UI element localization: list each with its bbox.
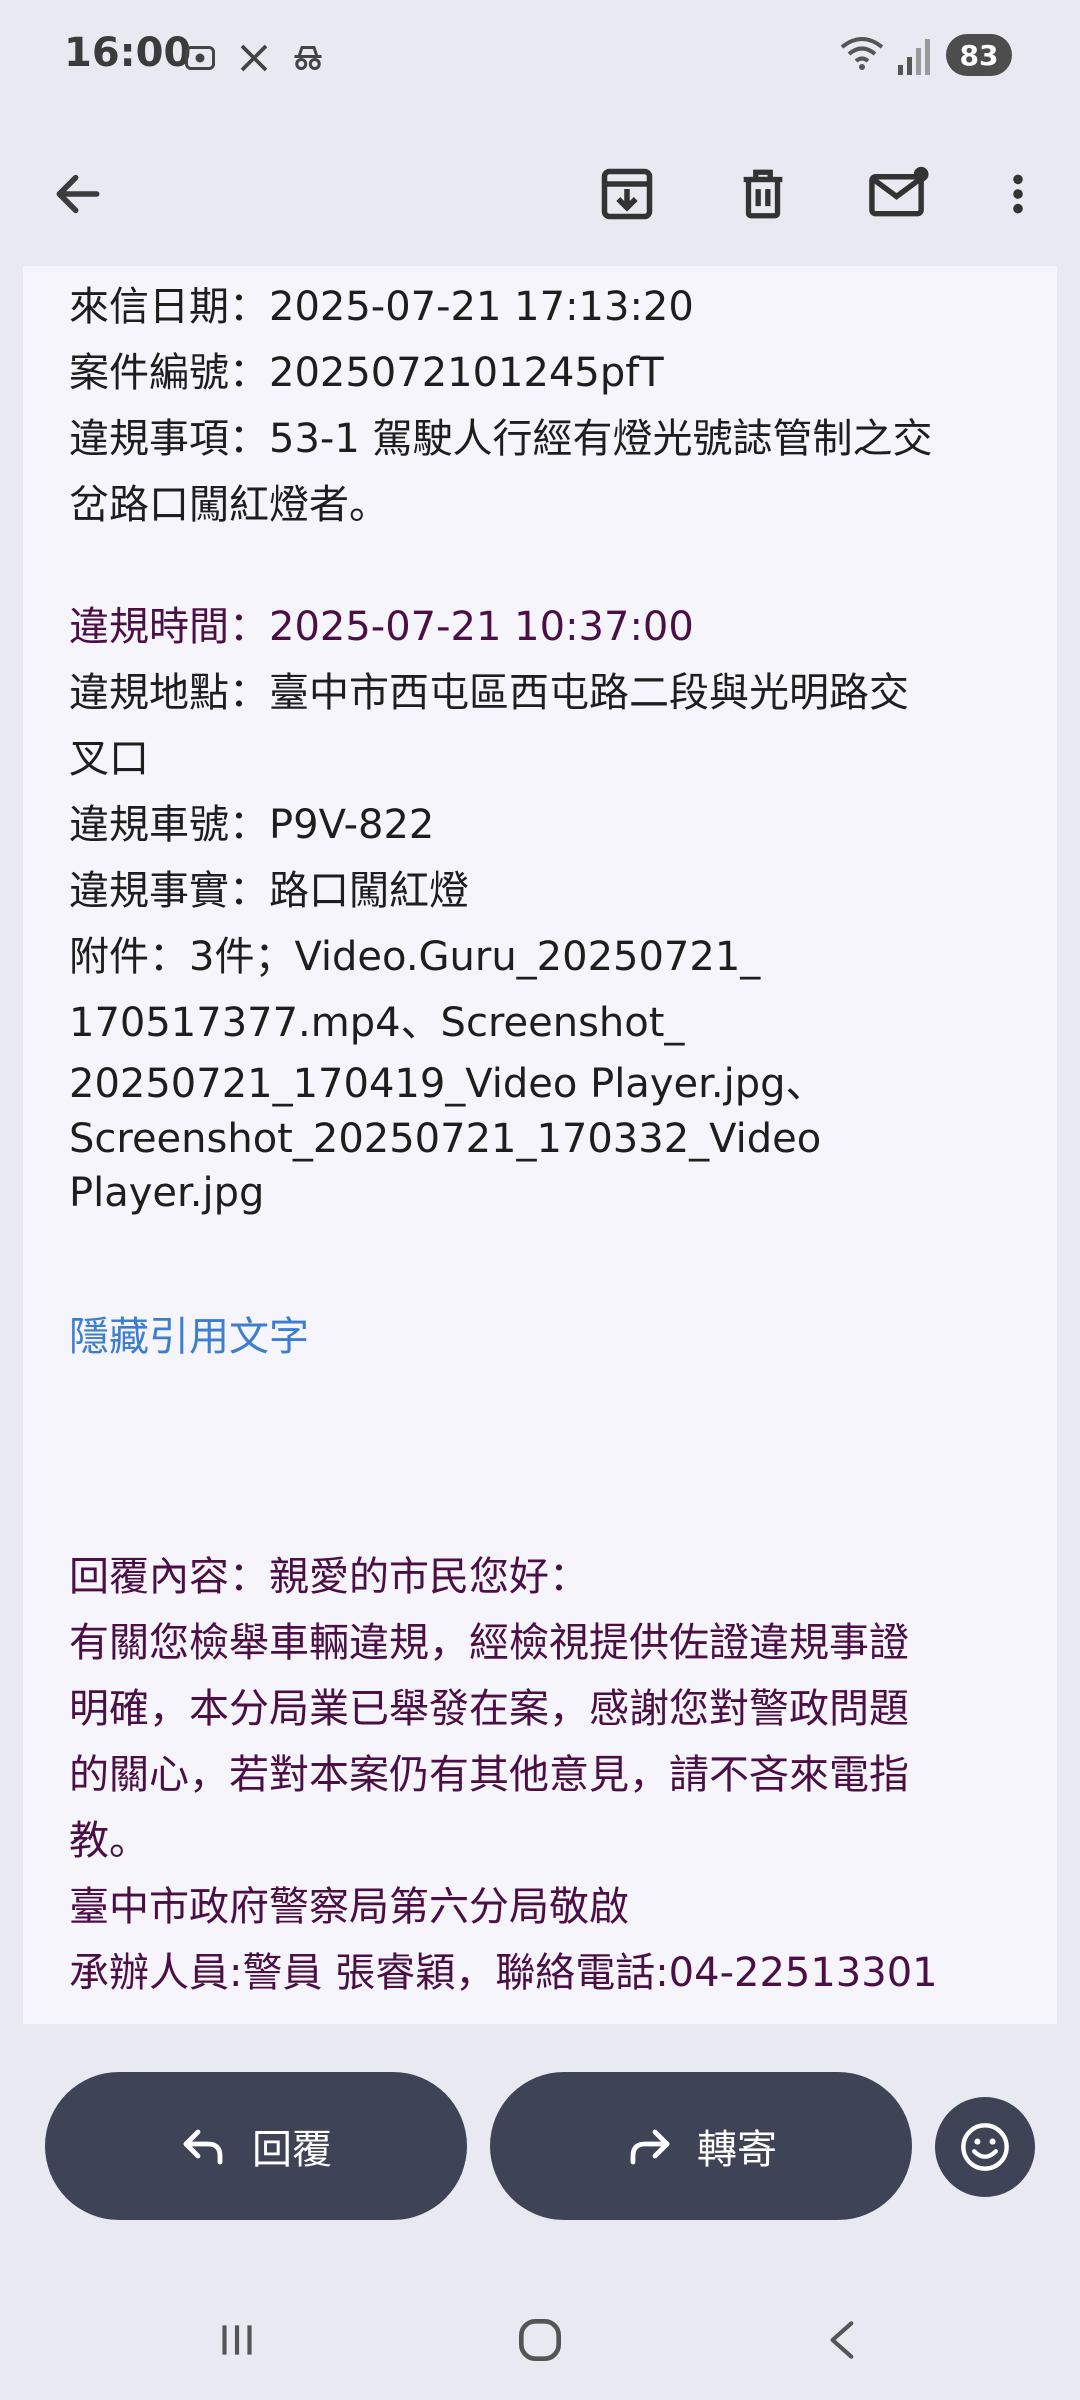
email-line: 案件編號：2025072101245pfT bbox=[69, 350, 664, 396]
home-button[interactable] bbox=[500, 2300, 580, 2380]
email-line: 違規事項：53-1 駕駛人行經有燈光號誌管制之交 bbox=[69, 416, 933, 462]
detail-line: 違規事實：路口闖紅燈 bbox=[69, 868, 469, 914]
forward-label: 轉寄 bbox=[697, 2127, 777, 2173]
forward-button[interactable]: 轉寄 bbox=[490, 2072, 912, 2220]
detail-line: 170517377.mp4、Screenshot_ bbox=[69, 1000, 685, 1046]
archive-button[interactable] bbox=[583, 150, 671, 238]
detail-line: Screenshot_20250721_170332_Video bbox=[69, 1116, 822, 1162]
arrow-back-icon bbox=[56, 174, 100, 214]
email-body: 來信日期：2025-07-21 17:13:20 案件編號：2025072101… bbox=[23, 266, 1057, 2024]
nav-back-icon bbox=[830, 2321, 854, 2359]
email-header-lines: 來信日期：2025-07-21 17:13:20 案件編號：2025072101… bbox=[69, 274, 1039, 538]
mail-unread-icon bbox=[869, 166, 929, 217]
detail-line: 違規地點：臺中市西屯區西屯路二段與光明路交 bbox=[69, 670, 909, 716]
reply-line: 臺中市政府警察局第六分局敬啟 bbox=[69, 1884, 629, 1930]
top-app-bar bbox=[0, 120, 1080, 266]
status-time: 16:00 bbox=[64, 30, 192, 76]
reply-icon bbox=[183, 2129, 223, 2165]
reply-button[interactable]: 回覆 bbox=[45, 2072, 467, 2220]
email-screen: 16:00 83 來信日期：2025-07-21 17:13:20 案件編號：2… bbox=[0, 0, 1080, 2400]
emoji-reaction-button[interactable] bbox=[935, 2097, 1035, 2197]
x-logo-icon bbox=[240, 44, 268, 72]
delete-button[interactable] bbox=[719, 150, 807, 238]
forward-icon bbox=[630, 2129, 670, 2165]
reply-label: 回覆 bbox=[252, 2127, 332, 2173]
screenshot-icon bbox=[185, 46, 215, 70]
incognito-icon bbox=[294, 46, 322, 70]
battery-indicator: 83 bbox=[946, 34, 1012, 76]
more-vertical-icon bbox=[1013, 174, 1023, 214]
trash-icon bbox=[743, 169, 783, 219]
detail-line: 20250721_170419_Video Player.jpg、 bbox=[69, 1061, 826, 1107]
emoji-icon bbox=[961, 2123, 1009, 2171]
wifi-icon bbox=[840, 37, 884, 70]
more-options-button[interactable] bbox=[974, 150, 1062, 238]
reply-line: 的關心，若對本案仍有其他意見，請不吝來電指 bbox=[69, 1752, 909, 1798]
detail-line: 叉口 bbox=[69, 736, 149, 782]
status-notification-icons bbox=[182, 40, 326, 76]
back-button[interactable] bbox=[34, 150, 122, 238]
reply-line: 承辦人員:警員 張睿穎，聯絡電話:04-22513301 bbox=[69, 1950, 938, 1996]
violation-details: 違規地點：臺中市西屯區西屯路二段與光明路交 叉口 違規車號：P9V-822 違規… bbox=[69, 660, 1039, 1220]
violation-time: 違規時間：2025-07-21 10:37:00 bbox=[69, 604, 694, 650]
reply-line: 有關您檢舉車輛違規，經檢視提供佐證違規事證 bbox=[69, 1620, 909, 1666]
home-icon bbox=[519, 2319, 561, 2361]
system-nav-bar bbox=[0, 2260, 1080, 2400]
reply-line: 教。 bbox=[69, 1818, 149, 1864]
email-line: 來信日期：2025-07-21 17:13:20 bbox=[69, 284, 694, 330]
hide-quoted-text-link[interactable]: 隱藏引用文字 bbox=[69, 1304, 1039, 1370]
mark-unread-button[interactable] bbox=[855, 150, 943, 238]
detail-line: Player.jpg bbox=[69, 1170, 265, 1216]
recent-apps-icon bbox=[222, 2325, 252, 2355]
status-right-icons: 83 bbox=[840, 34, 1012, 76]
status-bar: 16:00 83 bbox=[0, 0, 1080, 120]
email-line: 岔路口闖紅燈者。 bbox=[69, 482, 389, 528]
archive-icon bbox=[601, 168, 653, 220]
reply-line: 明確，本分局業已舉發在案，感謝您對警政問題 bbox=[69, 1686, 909, 1732]
detail-line: 附件：3件；Video.Guru_20250721_ bbox=[69, 934, 761, 980]
reply-content: 回覆內容：親愛的市民您好： 有關您檢舉車輛違規，經檢視提供佐證違規事證 明確，本… bbox=[69, 1544, 1039, 2006]
reply-line: 回覆內容：親愛的市民您好： bbox=[69, 1554, 589, 1600]
recent-apps-button[interactable] bbox=[197, 2300, 277, 2380]
detail-line: 違規車號：P9V-822 bbox=[69, 802, 435, 848]
nav-back-button[interactable] bbox=[803, 2300, 883, 2380]
signal-icon bbox=[898, 39, 930, 75]
